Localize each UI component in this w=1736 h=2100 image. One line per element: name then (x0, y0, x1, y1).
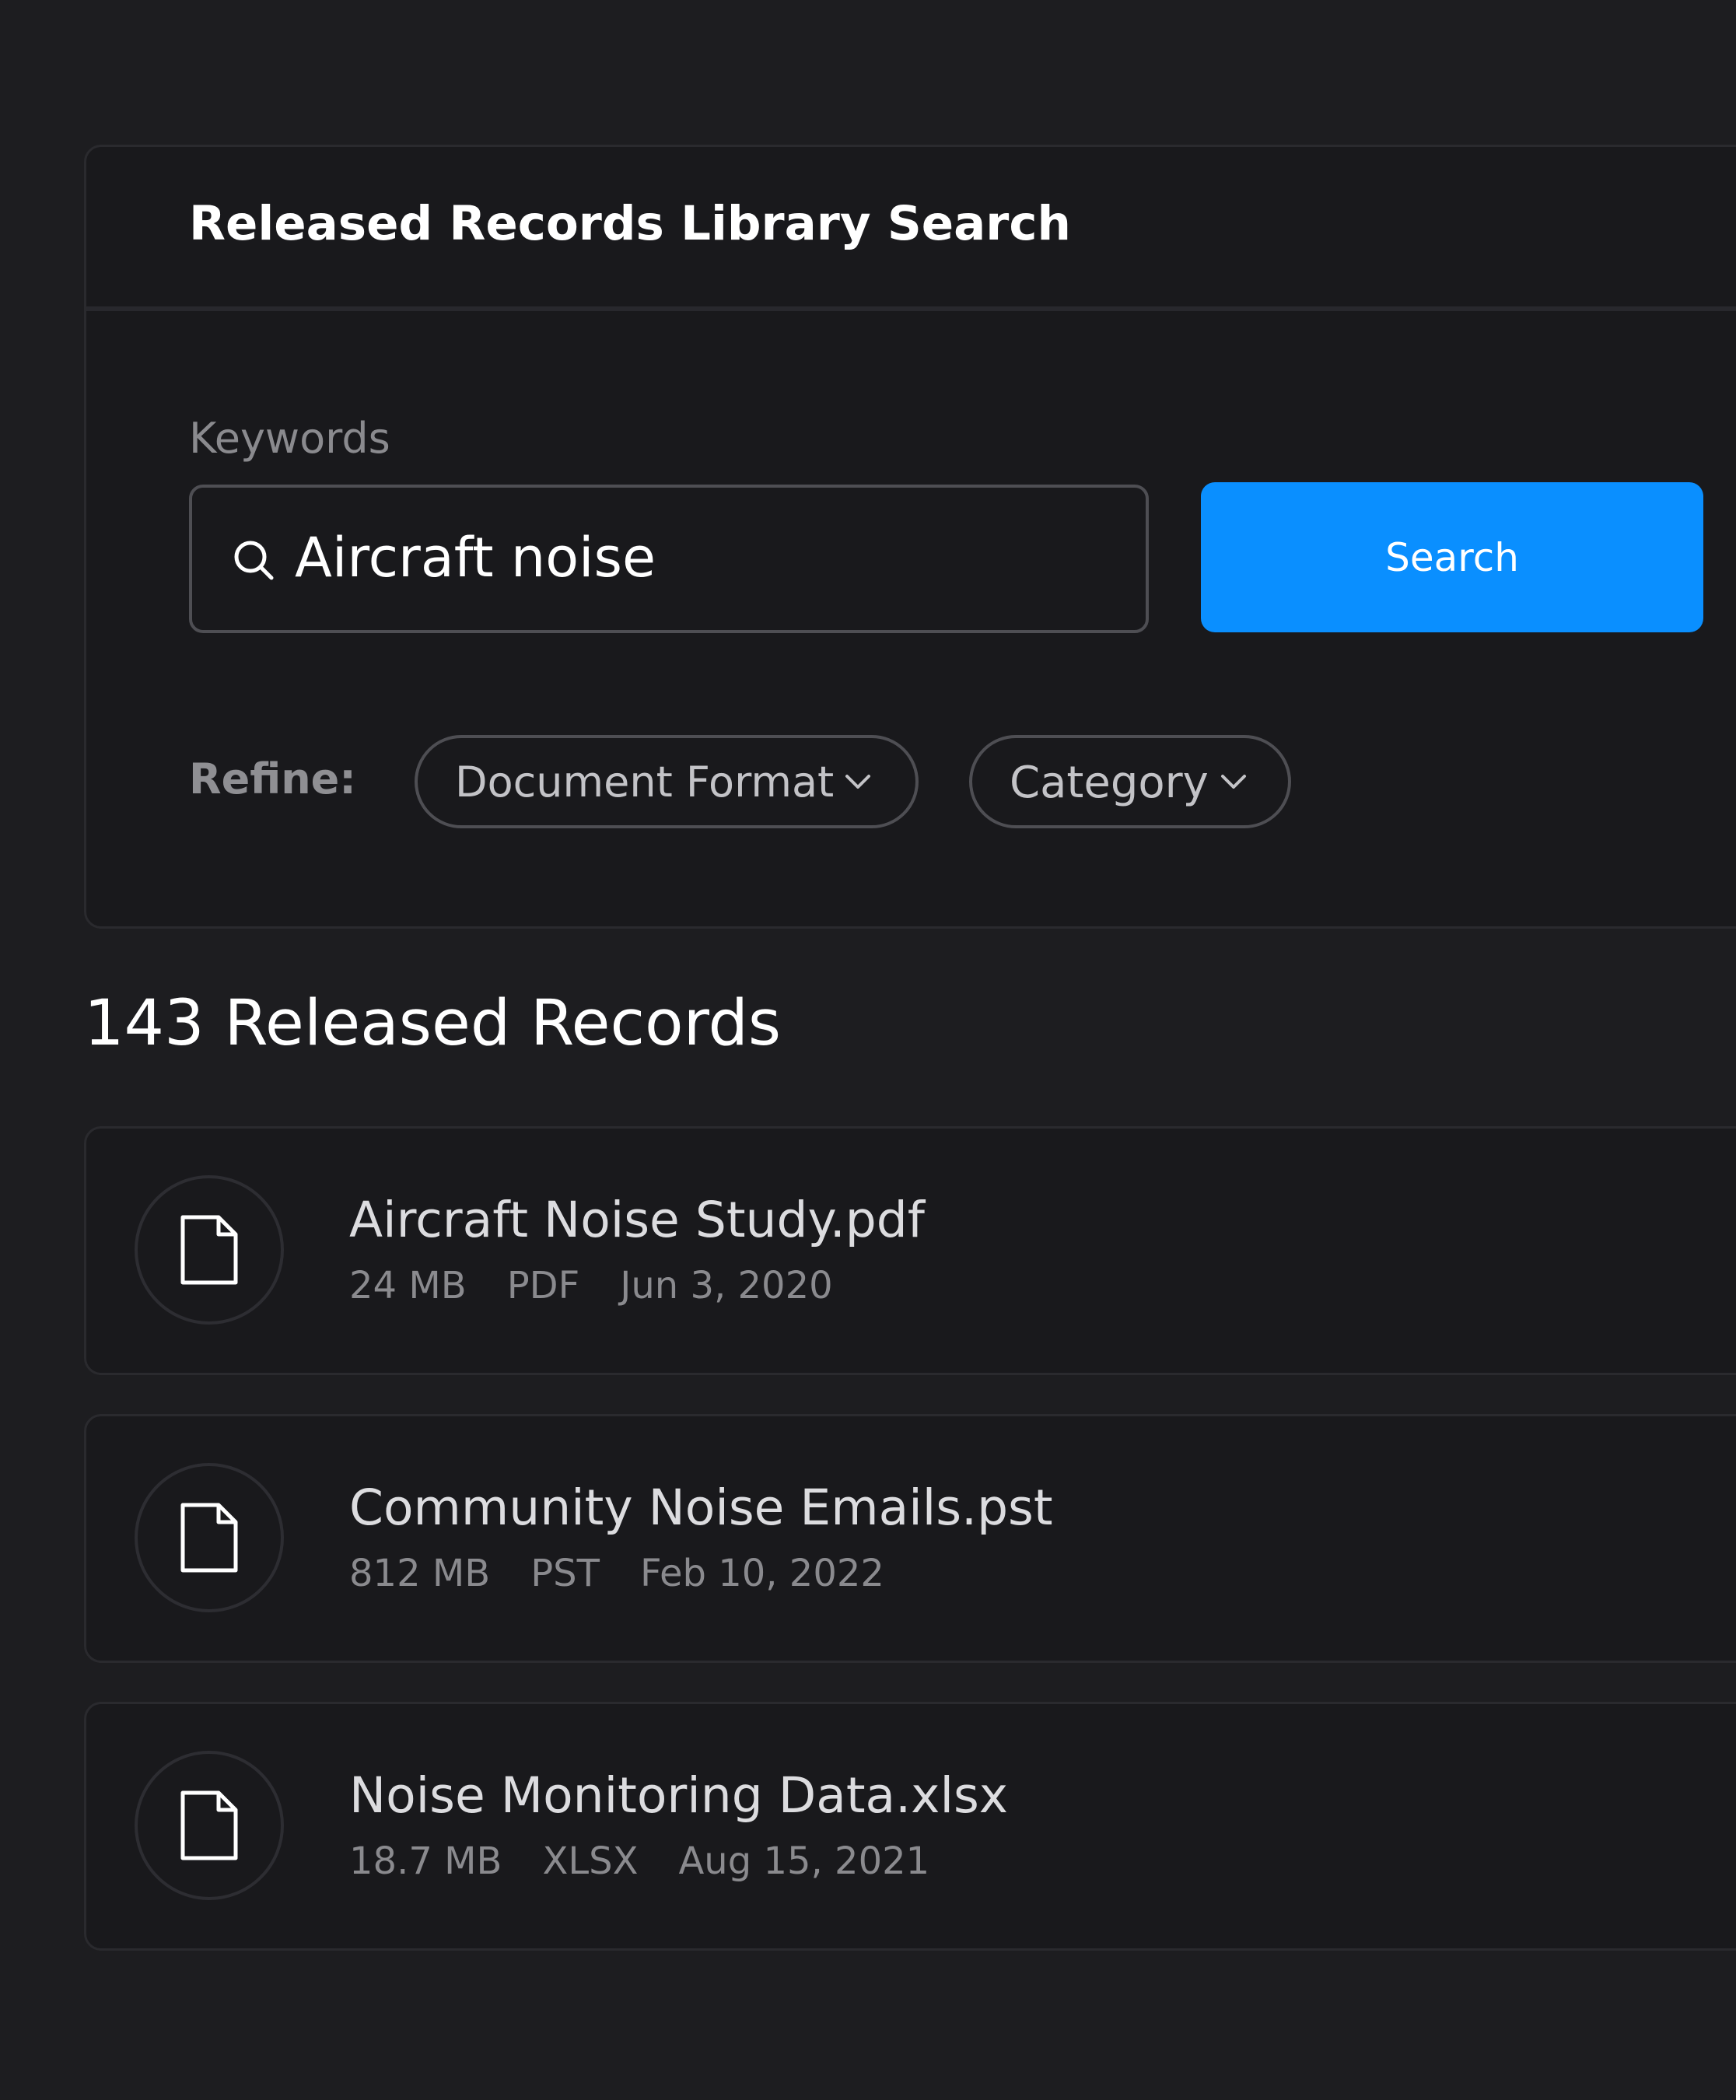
search-input[interactable] (295, 511, 1119, 604)
record-meta: 24 MB PDF Jun 3, 2020 (349, 1264, 833, 1307)
keywords-label: Keywords (189, 414, 390, 463)
record-name: Noise Monitoring Data.xlsx (349, 1767, 1009, 1824)
file-icon-container (135, 1751, 284, 1900)
record-format: XLSX (542, 1839, 639, 1883)
file-icon-container (135, 1175, 284, 1325)
record-format: PST (530, 1552, 600, 1595)
record-date: Feb 10, 2022 (639, 1552, 884, 1595)
record-date: Jun 3, 2020 (620, 1264, 833, 1307)
record-name: Community Noise Emails.pst (349, 1479, 1053, 1536)
file-icon (180, 1215, 238, 1285)
page-title: Released Records Library Search (189, 196, 1071, 251)
chevron-down-icon (845, 775, 870, 789)
search-panel: Released Records Library Search Keywords… (84, 145, 1736, 929)
record-size: 812 MB (349, 1552, 491, 1595)
document-format-filter[interactable]: Document Format (415, 735, 919, 828)
filter-label: Document Format (455, 758, 835, 807)
record-size: 24 MB (349, 1264, 467, 1307)
record-card[interactable]: Noise Monitoring Data.xlsx 18.7 MB XLSX … (84, 1702, 1736, 1951)
record-meta: 812 MB PST Feb 10, 2022 (349, 1552, 884, 1595)
record-meta: 18.7 MB XLSX Aug 15, 2021 (349, 1839, 930, 1883)
record-format: PDF (506, 1264, 580, 1307)
record-name: Aircraft Noise Study.pdf (349, 1192, 925, 1248)
panel-header: Released Records Library Search (86, 147, 1736, 311)
search-icon (234, 541, 274, 580)
file-icon (180, 1503, 238, 1573)
chevron-down-icon (1221, 775, 1246, 789)
filter-label: Category (1010, 758, 1209, 808)
file-icon-container (135, 1463, 284, 1612)
file-icon (180, 1790, 238, 1860)
search-button[interactable]: Search (1201, 482, 1703, 632)
refine-label: Refine: (189, 754, 356, 803)
results-count: 143 Released Records (84, 987, 782, 1060)
category-filter[interactable]: Category (969, 735, 1291, 828)
record-card[interactable]: Community Noise Emails.pst 812 MB PST Fe… (84, 1414, 1736, 1663)
record-size: 18.7 MB (349, 1839, 502, 1883)
record-date: Aug 15, 2021 (678, 1839, 930, 1883)
search-field[interactable] (189, 485, 1149, 633)
record-card[interactable]: Aircraft Noise Study.pdf 24 MB PDF Jun 3… (84, 1126, 1736, 1375)
